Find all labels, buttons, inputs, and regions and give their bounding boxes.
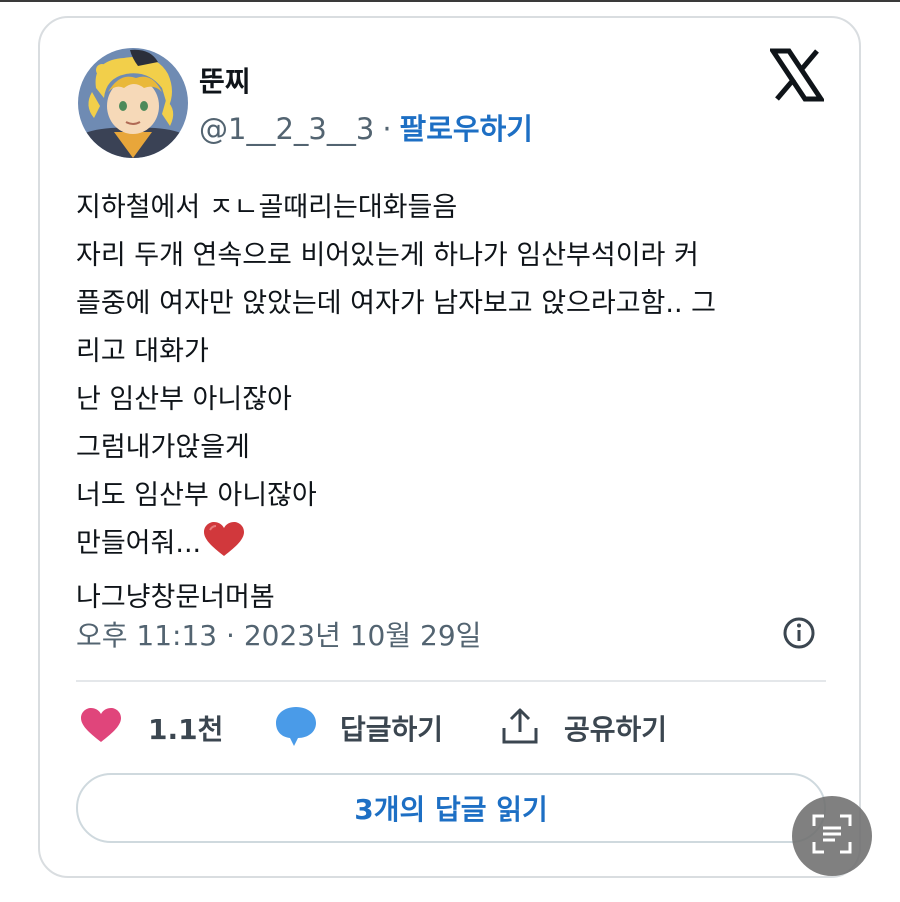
author-name[interactable]: 뚠찌 (199, 60, 251, 100)
tweet-line: 지하철에서 ㅈㄴ골때리는대화들음 (76, 192, 458, 223)
tweet-line: 자리 두개 연속으로 비어있는게 하나가 임산부석이라 커 (76, 240, 699, 271)
tweet-line: 그럼내가앉을게 (76, 432, 250, 463)
separator-dot: · (382, 112, 392, 146)
tweet-line: 너도 임산부 아니잖아 (76, 480, 317, 511)
share-upload-icon (500, 706, 540, 750)
text-scan-icon (810, 812, 854, 860)
tweet-line-with-emoji: 만들어줘... (76, 520, 836, 574)
tweet-card: 뚠찌 @1__2_3__3 · 팔로우하기 지하철에서 ㅈㄴ골때리는대화들음 자리 … (38, 16, 861, 878)
author-handle[interactable]: @1__2_3__3 (199, 112, 374, 146)
share-button[interactable]: 공유하기 (500, 706, 667, 750)
read-replies-button[interactable]: 3개의 답글 읽기 (76, 773, 826, 843)
tweet-line: 플중에 여자만 앉았는데 여자가 남자보고 앉으라고함.. 그 (76, 288, 716, 319)
follow-link[interactable]: 팔로우하기 (400, 112, 533, 146)
like-button[interactable]: 1.1천 (80, 706, 223, 750)
red-heart-icon (203, 522, 245, 574)
scan-text-button[interactable] (792, 796, 872, 876)
reply-button[interactable]: 답글하기 (274, 706, 443, 750)
tweet-text: 지하철에서 ㅈㄴ골때리는대화들음 자리 두개 연속으로 비어있는게 하나가 임산… (76, 184, 836, 622)
handle-row: @1__2_3__3 · 팔로우하기 (199, 106, 533, 148)
tweet-line: 리고 대화가 (76, 336, 209, 367)
x-logo-icon[interactable] (768, 48, 826, 102)
tweet-line: 만들어줘... (76, 528, 202, 559)
tweet-line: 난 임산부 아니잖아 (76, 384, 292, 415)
top-edge-line (0, 0, 900, 2)
speech-bubble-icon (274, 705, 318, 751)
timestamp[interactable]: 오후 11:13 · 2023년 10월 29일 (76, 614, 481, 654)
avatar[interactable] (78, 48, 188, 158)
like-count: 1.1천 (148, 713, 224, 746)
info-icon[interactable] (782, 616, 816, 650)
divider (76, 680, 826, 682)
reply-label: 답글하기 (340, 713, 444, 746)
share-label: 공유하기 (564, 713, 668, 746)
heart-icon (80, 708, 122, 748)
